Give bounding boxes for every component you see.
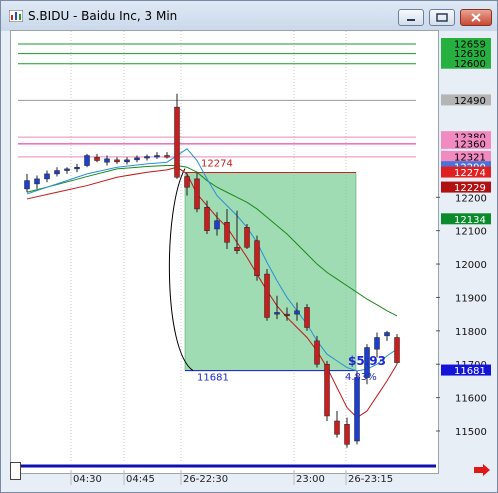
y-tick-label: 11500 <box>455 427 487 438</box>
chart-window: S.BIDU - Baidu Inc, 3 Min 12274 11681 $5.9… <box>0 0 498 493</box>
candle <box>174 93 180 179</box>
scroll-right-arrow-icon[interactable] <box>472 463 492 477</box>
candle-body <box>274 312 280 315</box>
candle-body <box>34 178 40 185</box>
candle-body <box>144 156 150 159</box>
candle-body <box>294 310 300 315</box>
x-tick-label: 04:30 <box>73 474 102 485</box>
y-tick-label: 11900 <box>455 293 487 304</box>
zone-target-label: 11681 <box>197 373 229 384</box>
candle <box>64 167 70 174</box>
candle <box>54 167 60 177</box>
candle-body <box>104 158 110 163</box>
candle-body <box>54 170 60 175</box>
scroll-handle[interactable] <box>10 462 21 480</box>
price-tag: 12229 <box>441 181 491 194</box>
candle <box>114 157 120 164</box>
price-tag: 11681 <box>441 364 491 377</box>
profit-label: $5.93 <box>348 354 386 368</box>
y-tick-label: 11800 <box>455 327 487 338</box>
candle-body <box>264 273 270 318</box>
candle-body <box>314 340 320 365</box>
y-tick-label: 11600 <box>455 394 487 405</box>
candle-body <box>24 180 30 190</box>
x-tick-label: 23:00 <box>296 474 325 485</box>
candle <box>44 170 50 183</box>
candle-body <box>184 176 190 188</box>
candle-body <box>384 332 390 337</box>
candle-body <box>254 240 260 276</box>
candle <box>344 417 350 448</box>
price-tag-label: 12600 <box>454 59 486 70</box>
candle-body <box>234 247 240 251</box>
candle-body <box>154 155 160 158</box>
candle-body <box>204 207 210 231</box>
candle <box>94 153 100 163</box>
candle-body <box>374 337 380 350</box>
price-tag-label: 11681 <box>454 366 486 377</box>
x-tick-label: 26-23:15 <box>348 474 393 485</box>
candle-body <box>74 166 80 170</box>
percent-label: 4.83% <box>345 372 377 383</box>
price-tag: 12360 <box>441 137 491 150</box>
candle <box>254 235 260 281</box>
candle-body <box>174 106 180 178</box>
candle <box>24 173 30 193</box>
price-tag: 12274 <box>441 166 491 179</box>
price-tag-label: 12360 <box>454 139 486 150</box>
candle <box>74 163 80 173</box>
price-tag-label: 12229 <box>454 183 486 194</box>
candle <box>164 152 170 159</box>
candle-body <box>304 307 310 328</box>
candle-body <box>214 220 220 230</box>
candle-body <box>124 159 130 163</box>
candle <box>264 269 270 321</box>
trade-zone <box>184 172 357 371</box>
candle <box>384 330 390 341</box>
candle <box>124 157 130 165</box>
zone-entry-label: 12274 <box>201 159 233 170</box>
candle-body <box>324 363 330 417</box>
candle <box>154 152 160 159</box>
candle <box>304 304 310 331</box>
candle-body <box>244 227 250 248</box>
price-tag: 12600 <box>441 57 491 70</box>
candle-body <box>344 424 350 445</box>
candle <box>324 360 330 421</box>
candle <box>84 153 90 168</box>
candle-body <box>334 420 340 435</box>
price-tag: 12490 <box>441 94 491 107</box>
price-tag-label: 12490 <box>454 96 486 107</box>
candlestick-chart[interactable]: 1227411681$5.934.83%11500116001170011800… <box>1 1 497 492</box>
candle-body <box>394 337 400 363</box>
candle-body <box>134 157 140 161</box>
candle-body <box>284 313 290 317</box>
price-tag-label: 12274 <box>454 168 486 179</box>
candle <box>244 223 250 250</box>
candle-body <box>164 155 170 158</box>
price-tag-label: 12134 <box>454 215 486 226</box>
plot-layer: 12274 11681 $5.93 4.83% <box>18 31 416 461</box>
price-tag: 12134 <box>441 213 491 226</box>
x-tick-label: 26-22:30 <box>183 474 228 485</box>
y-tick-label: 12200 <box>455 193 487 204</box>
candle <box>394 334 400 365</box>
candle <box>144 154 150 161</box>
candle-body <box>194 178 200 210</box>
candle <box>34 175 40 189</box>
candle <box>334 410 340 438</box>
candle-body <box>224 222 230 243</box>
candle-body <box>84 155 90 166</box>
y-tick-label: 12000 <box>455 260 487 271</box>
candle-body <box>354 377 360 442</box>
candle-body <box>114 159 120 163</box>
x-tick-label: 04:45 <box>126 474 155 485</box>
candle-body <box>94 156 100 161</box>
candle-body <box>44 173 50 180</box>
y-tick-label: 12100 <box>455 227 487 238</box>
candle-body <box>64 168 70 171</box>
